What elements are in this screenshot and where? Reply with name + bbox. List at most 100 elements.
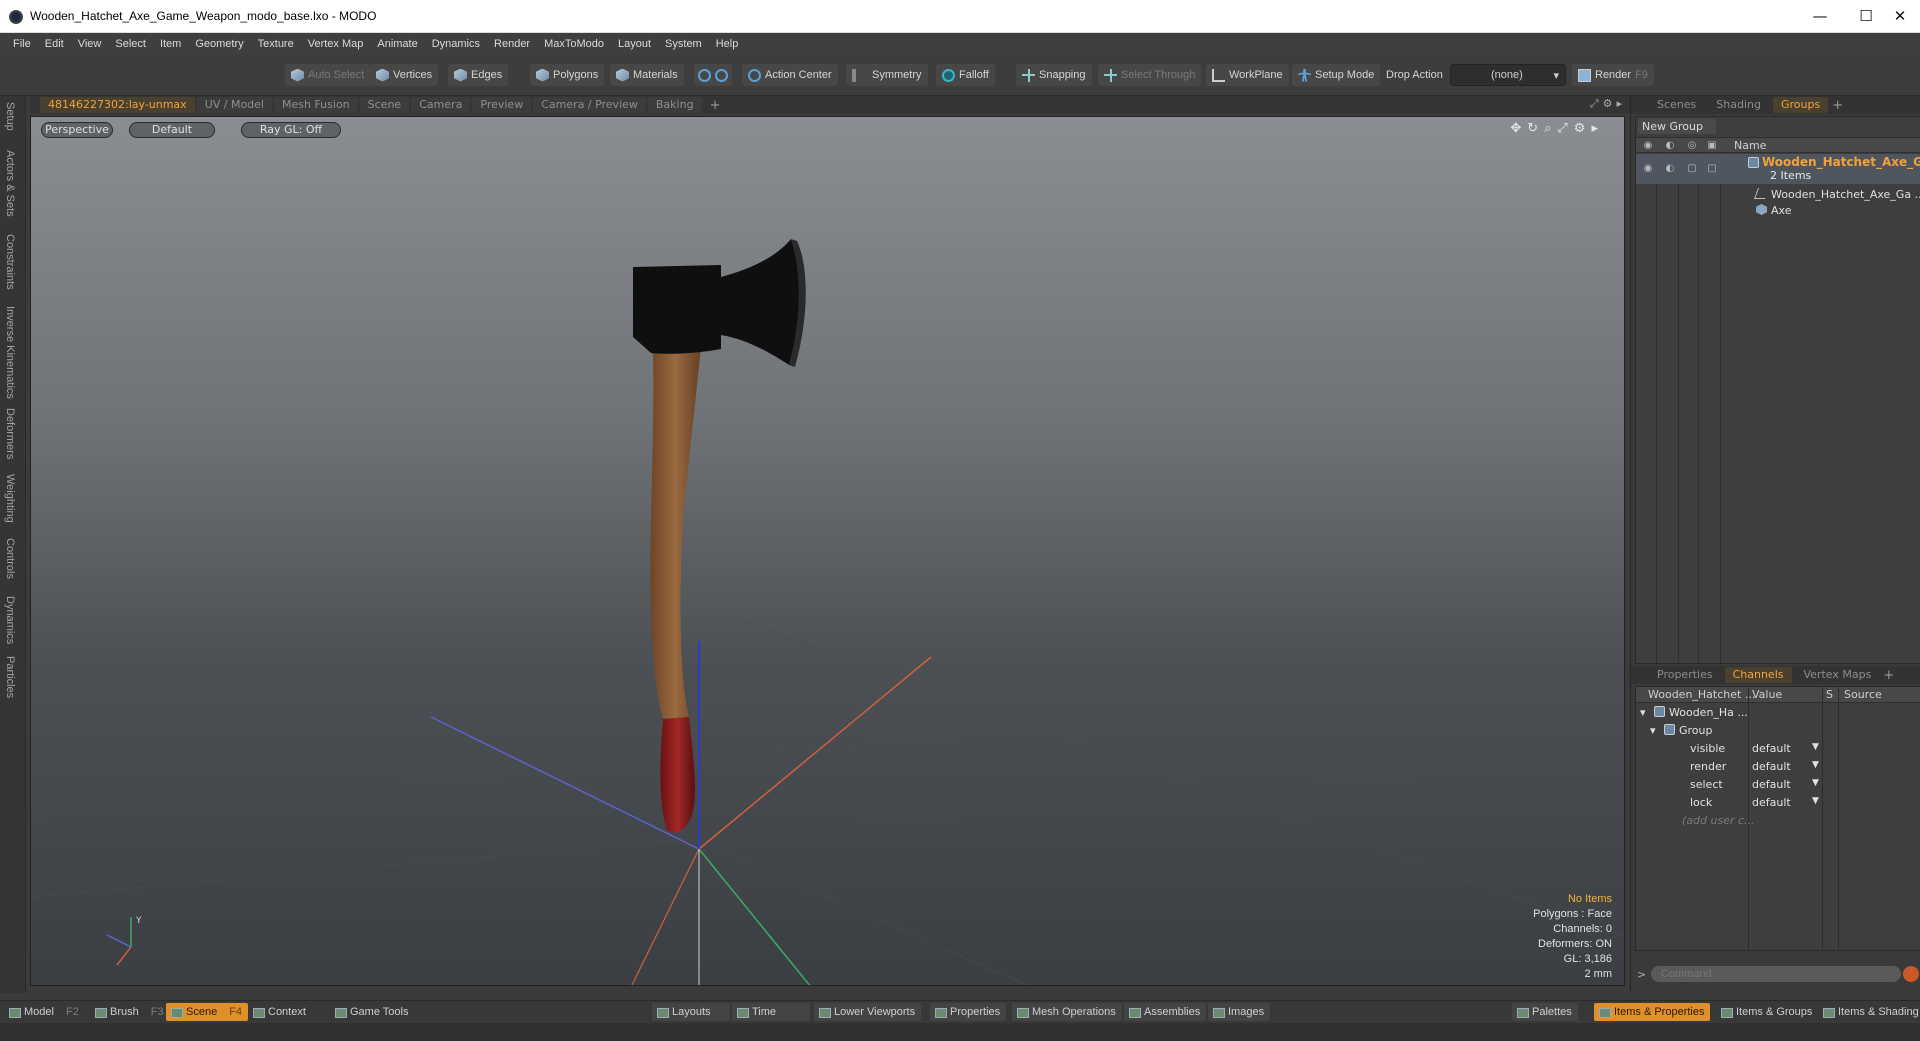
- tab-setup[interactable]: Setup: [4, 102, 16, 131]
- auto-select-button[interactable]: Auto Select: [285, 64, 371, 86]
- add-panel-tab-button[interactable]: +: [1832, 98, 1843, 113]
- shading-mode-button[interactable]: Default: [129, 122, 215, 138]
- time-button[interactable]: Time: [732, 1003, 810, 1021]
- group-select-icon[interactable]: ▢: [1686, 163, 1698, 175]
- new-group-button[interactable]: New Group: [1638, 119, 1716, 134]
- palettes-button[interactable]: Palettes: [1512, 1003, 1578, 1021]
- viewport-navigation-icons[interactable]: ✥↻⌕⤢⚙▸: [1510, 121, 1604, 136]
- add-channels-tab-button[interactable]: +: [1883, 668, 1894, 683]
- falloff-button[interactable]: Falloff: [936, 64, 995, 86]
- channel-row[interactable]: select default ▼: [1636, 777, 1920, 792]
- menu-dynamics[interactable]: Dynamics: [425, 38, 487, 50]
- menu-system[interactable]: System: [658, 38, 709, 50]
- command-history-button[interactable]: [1903, 966, 1919, 982]
- brush-layout-button[interactable]: Brush F3: [90, 1003, 170, 1021]
- workplane-button[interactable]: WorkPlane: [1206, 64, 1289, 86]
- tab-camera-preview[interactable]: Camera / Preview: [533, 97, 646, 113]
- menu-vertex-map[interactable]: Vertex Map: [301, 38, 371, 50]
- group-lock-icon[interactable]: ▢: [1706, 163, 1718, 175]
- channel-row[interactable]: lock default ▼: [1636, 795, 1920, 810]
- properties-button[interactable]: Properties: [930, 1003, 1007, 1021]
- snapping-button[interactable]: Snapping: [1016, 64, 1092, 86]
- chevron-down-icon[interactable]: ▼: [1812, 796, 1819, 806]
- tab-constraints[interactable]: Constraints: [4, 234, 16, 290]
- assemblies-button[interactable]: Assemblies: [1124, 1003, 1207, 1021]
- channel-row[interactable]: render default ▼: [1636, 759, 1920, 774]
- channel-value[interactable]: default: [1752, 742, 1791, 755]
- layouts-button[interactable]: Layouts: [652, 1003, 730, 1021]
- chevron-down-icon[interactable]: ▼: [1812, 778, 1819, 788]
- symmetry-button[interactable]: Symmetry: [846, 64, 928, 86]
- tab-dynamics[interactable]: Dynamics: [4, 596, 16, 644]
- group-row[interactable]: ◉ ◐ ▢ ▢ Wooden_Hatchet_Axe_G... 2 Items: [1636, 154, 1920, 184]
- expand-arrow-icon[interactable]: ▾: [1640, 706, 1646, 719]
- channel-row[interactable]: visible default ▼: [1636, 741, 1920, 756]
- tab-vertex-maps[interactable]: Vertex Maps: [1796, 667, 1880, 683]
- tab-scenes[interactable]: Scenes: [1649, 97, 1704, 113]
- game-tools-layout-button[interactable]: Game Tools: [330, 1003, 415, 1021]
- mesh-operations-button[interactable]: Mesh Operations: [1012, 1003, 1122, 1021]
- menu-help[interactable]: Help: [709, 38, 746, 50]
- menu-geometry[interactable]: Geometry: [188, 38, 250, 50]
- menu-view[interactable]: View: [71, 38, 109, 50]
- command-input[interactable]: [1651, 966, 1901, 982]
- menu-file[interactable]: File: [6, 38, 38, 50]
- lower-viewports-button[interactable]: Lower Viewports: [814, 1003, 922, 1021]
- channel-group-row[interactable]: ▾ Group: [1636, 723, 1920, 738]
- group-child-row[interactable]: Axe: [1636, 203, 1920, 218]
- channel-value[interactable]: default: [1752, 796, 1791, 809]
- tab-scene[interactable]: Scene: [359, 97, 410, 113]
- tab-deformers[interactable]: Deformers: [4, 408, 16, 459]
- items-properties-button[interactable]: Items & Properties: [1594, 1003, 1711, 1021]
- tab-controls[interactable]: Controls: [4, 538, 16, 579]
- group-child-row[interactable]: Wooden_Hatchet_Axe_Ga ...: [1636, 187, 1920, 202]
- drop-action-dropdown[interactable]: (none) ▾: [1450, 64, 1566, 86]
- view-type-button[interactable]: Perspective: [41, 122, 113, 138]
- action-center-button[interactable]: Action Center: [742, 64, 838, 86]
- setup-mode-button[interactable]: Setup Mode: [1292, 64, 1381, 86]
- tab-layout-unmax[interactable]: 48146227302:lay-unmax: [40, 97, 195, 113]
- menu-maxtomodo[interactable]: MaxToModo: [537, 38, 611, 50]
- tab-actors-sets[interactable]: Actors & Sets: [4, 150, 16, 217]
- tab-channels[interactable]: Channels: [1724, 667, 1792, 683]
- channel-root-row[interactable]: ▾ Wooden_Ha ...: [1636, 705, 1920, 720]
- channel-value[interactable]: default: [1752, 760, 1791, 773]
- group-render-icon[interactable]: ◐: [1664, 163, 1676, 175]
- tab-properties[interactable]: Properties: [1649, 667, 1721, 683]
- tab-camera[interactable]: Camera: [411, 97, 471, 113]
- materials-button[interactable]: Materials: [610, 64, 684, 86]
- context-layout-button[interactable]: Context: [248, 1003, 312, 1021]
- tab-shading[interactable]: Shading: [1708, 97, 1769, 113]
- raygl-button[interactable]: Ray GL: Off: [241, 122, 341, 138]
- tab-weighting[interactable]: Weighting: [4, 474, 16, 523]
- viewport-tab-options-icons[interactable]: ⤢⚙▸: [1590, 97, 1626, 111]
- menu-animate[interactable]: Animate: [370, 38, 424, 50]
- close-button[interactable]: ✕: [1880, 2, 1920, 30]
- menu-item[interactable]: Item: [153, 38, 188, 50]
- tab-preview[interactable]: Preview: [472, 97, 532, 113]
- expand-arrow-icon[interactable]: ▾: [1650, 724, 1656, 737]
- images-button[interactable]: Images: [1208, 1003, 1271, 1021]
- 3d-viewport[interactable]: Y Perspective Default Ray GL: Off ✥↻⌕⤢⚙▸…: [30, 116, 1625, 986]
- vertices-button[interactable]: Vertices: [370, 64, 439, 86]
- menu-edit[interactable]: Edit: [38, 38, 71, 50]
- menu-texture[interactable]: Texture: [251, 38, 301, 50]
- tab-groups[interactable]: Groups: [1772, 97, 1829, 113]
- chevron-down-icon[interactable]: ▼: [1812, 742, 1819, 752]
- polygons-button[interactable]: Polygons: [530, 64, 605, 86]
- render-button[interactable]: Render F9: [1572, 64, 1654, 86]
- items-groups-button[interactable]: Items & Groups: [1716, 1003, 1818, 1021]
- minimize-button[interactable]: —: [1800, 2, 1840, 30]
- scene-layout-button[interactable]: Scene F4: [166, 1003, 249, 1021]
- add-tab-button[interactable]: +: [704, 98, 727, 113]
- menu-layout[interactable]: Layout: [611, 38, 658, 50]
- tab-particles[interactable]: Particles: [4, 656, 16, 698]
- group-visibility-icon[interactable]: ◉: [1642, 163, 1654, 175]
- channel-value[interactable]: default: [1752, 778, 1791, 791]
- menu-render[interactable]: Render: [487, 38, 537, 50]
- model-layout-button[interactable]: Model F2: [4, 1003, 85, 1021]
- chevron-down-icon[interactable]: ▼: [1812, 760, 1819, 770]
- add-user-channel-row[interactable]: (add user c...: [1636, 813, 1920, 828]
- menu-select[interactable]: Select: [108, 38, 153, 50]
- tab-inverse-kinematics[interactable]: Inverse Kinematics: [4, 306, 16, 399]
